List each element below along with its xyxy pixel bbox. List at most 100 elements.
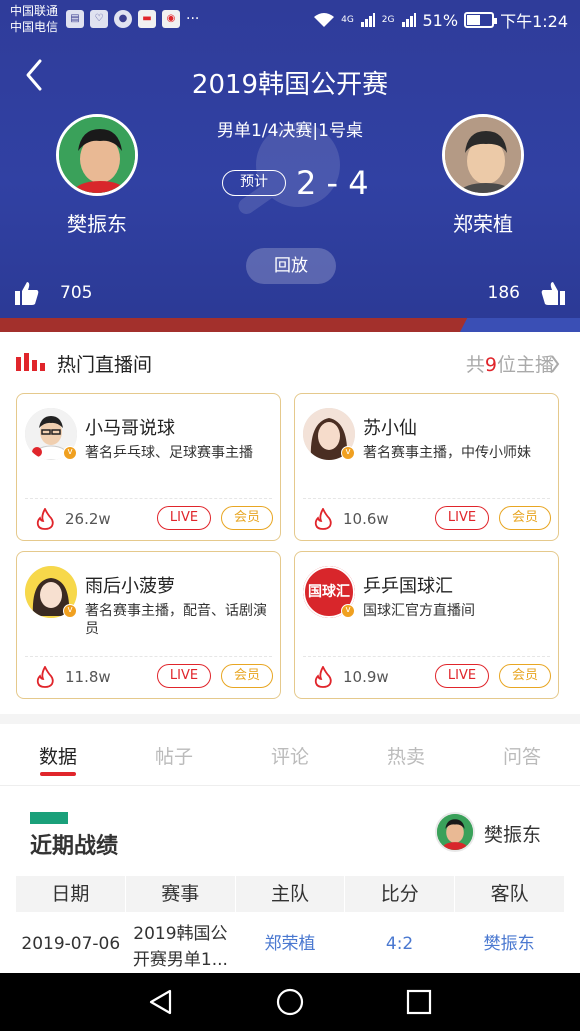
flame-icon [314, 666, 332, 688]
hosts-count: 9 [484, 354, 497, 376]
carrier-info: 中国联通 中国电信 [10, 3, 58, 35]
heat-count: 10.6w [343, 510, 389, 528]
card-divider [303, 656, 550, 657]
col-score: 比分 [345, 876, 456, 912]
heat-count: 10.9w [343, 668, 389, 686]
network-type-2: 2G [381, 15, 395, 25]
carrier-1: 中国联通 [10, 4, 59, 18]
vip-tag: 会员 [499, 506, 551, 530]
live-tag: LIVE [435, 664, 489, 688]
host-description: 著名乒乓球、足球赛事主播 [85, 445, 253, 461]
battery-icon [464, 12, 498, 28]
col-away: 客队 [490, 883, 529, 905]
likes-right-count: 186 [487, 283, 520, 303]
live-tag: LIVE [157, 506, 211, 530]
verified-badge-icon: v [63, 446, 77, 460]
col-home: 主队 [236, 876, 346, 912]
status-bar: 中国联通 中国电信 ▤ ♡ ● ▬ ◉ ··· 4G 2G 51% 下午1:24 [0, 0, 580, 38]
row-event: 2019韩国公开赛男单1... [132, 924, 228, 970]
like-right[interactable]: 186 [488, 280, 566, 306]
carrier-2: 中国电信 [10, 20, 59, 34]
table-header: 日期 赛事 主队 比分 客队 [16, 876, 564, 912]
match-header: 2019韩国公开赛 男单1/4决赛|1号桌 樊振东 郑荣植 预计 2 - 4 回… [0, 0, 580, 332]
player-left-avatar[interactable] [56, 114, 138, 196]
live-room-card[interactable]: v 苏小仙 著名赛事主播，中传小师妹 10.6w LIVE 会员 [294, 393, 559, 541]
row-away[interactable]: 樊振东 [454, 912, 564, 976]
verified-badge-icon: v [63, 604, 77, 618]
card-divider [25, 656, 272, 657]
record-player-name[interactable]: 樊振东 [484, 820, 541, 847]
tab-posts[interactable]: 帖子 [134, 742, 214, 769]
news-app-icon: ▬ [138, 10, 156, 28]
live-room-card[interactable]: 国球汇 v 乒乒国球汇 国球汇官方直播间 10.9w LIVE 会员 [294, 551, 559, 699]
host-name: 乒乒国球汇 [363, 576, 453, 597]
col-event: 赛事 [126, 876, 236, 912]
signal-icon [401, 13, 416, 27]
signal-icon [360, 13, 375, 27]
chat-icon: ● [114, 10, 132, 28]
live-room-card[interactable]: v 雨后小菠萝 著名赛事主播，配音、话剧演员 11.8w LIVE 会员 [16, 551, 281, 699]
active-tab-indicator [40, 772, 76, 776]
clock: 下午1:24 [500, 12, 568, 31]
back-triangle-icon[interactable] [146, 987, 176, 1017]
recent-apps-icon[interactable] [404, 987, 434, 1017]
screen: 2019韩国公开赛 男单1/4决赛|1号桌 樊振东 郑荣植 预计 2 - 4 回… [0, 0, 580, 1031]
live-tag: LIVE [435, 506, 489, 530]
player-right-name: 郑荣植 [453, 212, 513, 236]
host-description: 国球汇官方直播间 [363, 603, 475, 619]
replay-button[interactable]: 回放 [246, 248, 336, 284]
live-rooms-title: 热门直播间 [57, 354, 153, 376]
all-hosts-link[interactable]: 共9位主播 [466, 350, 554, 377]
flame-icon [36, 666, 54, 688]
wifi-icon [314, 13, 335, 27]
heat-count: 11.8w [65, 668, 111, 686]
battery-fill [467, 15, 481, 25]
status-right: 4G 2G 51% 下午1:24 [313, 8, 568, 32]
row-home[interactable]: 郑荣植 [235, 912, 345, 976]
tab-hot-sale[interactable]: 热卖 [366, 742, 446, 769]
vip-tag: 会员 [221, 506, 273, 530]
vip-tag: 会员 [221, 664, 273, 688]
flame-icon [36, 508, 54, 530]
system-nav-bar [0, 973, 580, 1031]
thumbs-up-icon [15, 282, 39, 305]
live-bars-icon [16, 353, 45, 371]
table-row[interactable]: 2019-07-06 2019韩国公开赛男单1... 郑荣植 4:2 樊振东 [16, 912, 564, 976]
record-player-avatar[interactable] [435, 812, 475, 852]
vip-tag: 会员 [499, 664, 551, 688]
row-score: 4:2 [385, 934, 414, 954]
live-room-card[interactable]: v 小马哥说球 著名乒乓球、足球赛事主播 26.2w LIVE 会员 [16, 393, 281, 541]
heat-count: 26.2w [65, 510, 111, 528]
host-description: 著名赛事主播，中传小师妹 [363, 445, 531, 461]
player-portrait-icon [59, 117, 135, 193]
like-left[interactable]: 705 [14, 280, 92, 306]
network-type-1: 4G [341, 15, 354, 25]
notification-icons: ▤ ♡ ● ▬ ◉ ··· [66, 10, 199, 28]
host-name: 雨后小菠萝 [85, 576, 175, 597]
chevron-right-icon[interactable] [550, 354, 560, 374]
host-name: 苏小仙 [363, 418, 417, 439]
tab-qa[interactable]: 问答 [482, 742, 562, 769]
record-table: 日期 赛事 主队 比分 客队 2019-07-06 2019韩国公开赛男单1..… [16, 876, 564, 976]
sim-icon: ▤ [66, 10, 84, 28]
player-right-avatar[interactable] [442, 114, 524, 196]
more-notifications-icon: ··· [186, 11, 200, 27]
tab-comments[interactable]: 评论 [250, 742, 330, 769]
col-date: 日期 [16, 876, 126, 912]
event-title: 2019韩国公开赛 [191, 70, 389, 100]
hosts-prefix: 共 [465, 354, 485, 376]
player-portrait-icon [437, 814, 473, 850]
player-portrait-icon [445, 117, 521, 193]
shield-icon: ♡ [90, 10, 108, 28]
verified-badge-icon: v [341, 446, 355, 460]
likes-left-count: 705 [60, 283, 93, 303]
weibo-icon: ◉ [162, 10, 180, 28]
battery-percent: 51% [422, 10, 459, 30]
thumbs-up-icon [541, 282, 565, 305]
flame-icon [314, 508, 332, 530]
tab-data[interactable]: 数据 [18, 742, 98, 769]
live-tag: LIVE [157, 664, 211, 688]
verified-badge-icon: v [341, 604, 355, 618]
home-circle-icon[interactable] [275, 987, 305, 1017]
section-marker [30, 812, 68, 824]
